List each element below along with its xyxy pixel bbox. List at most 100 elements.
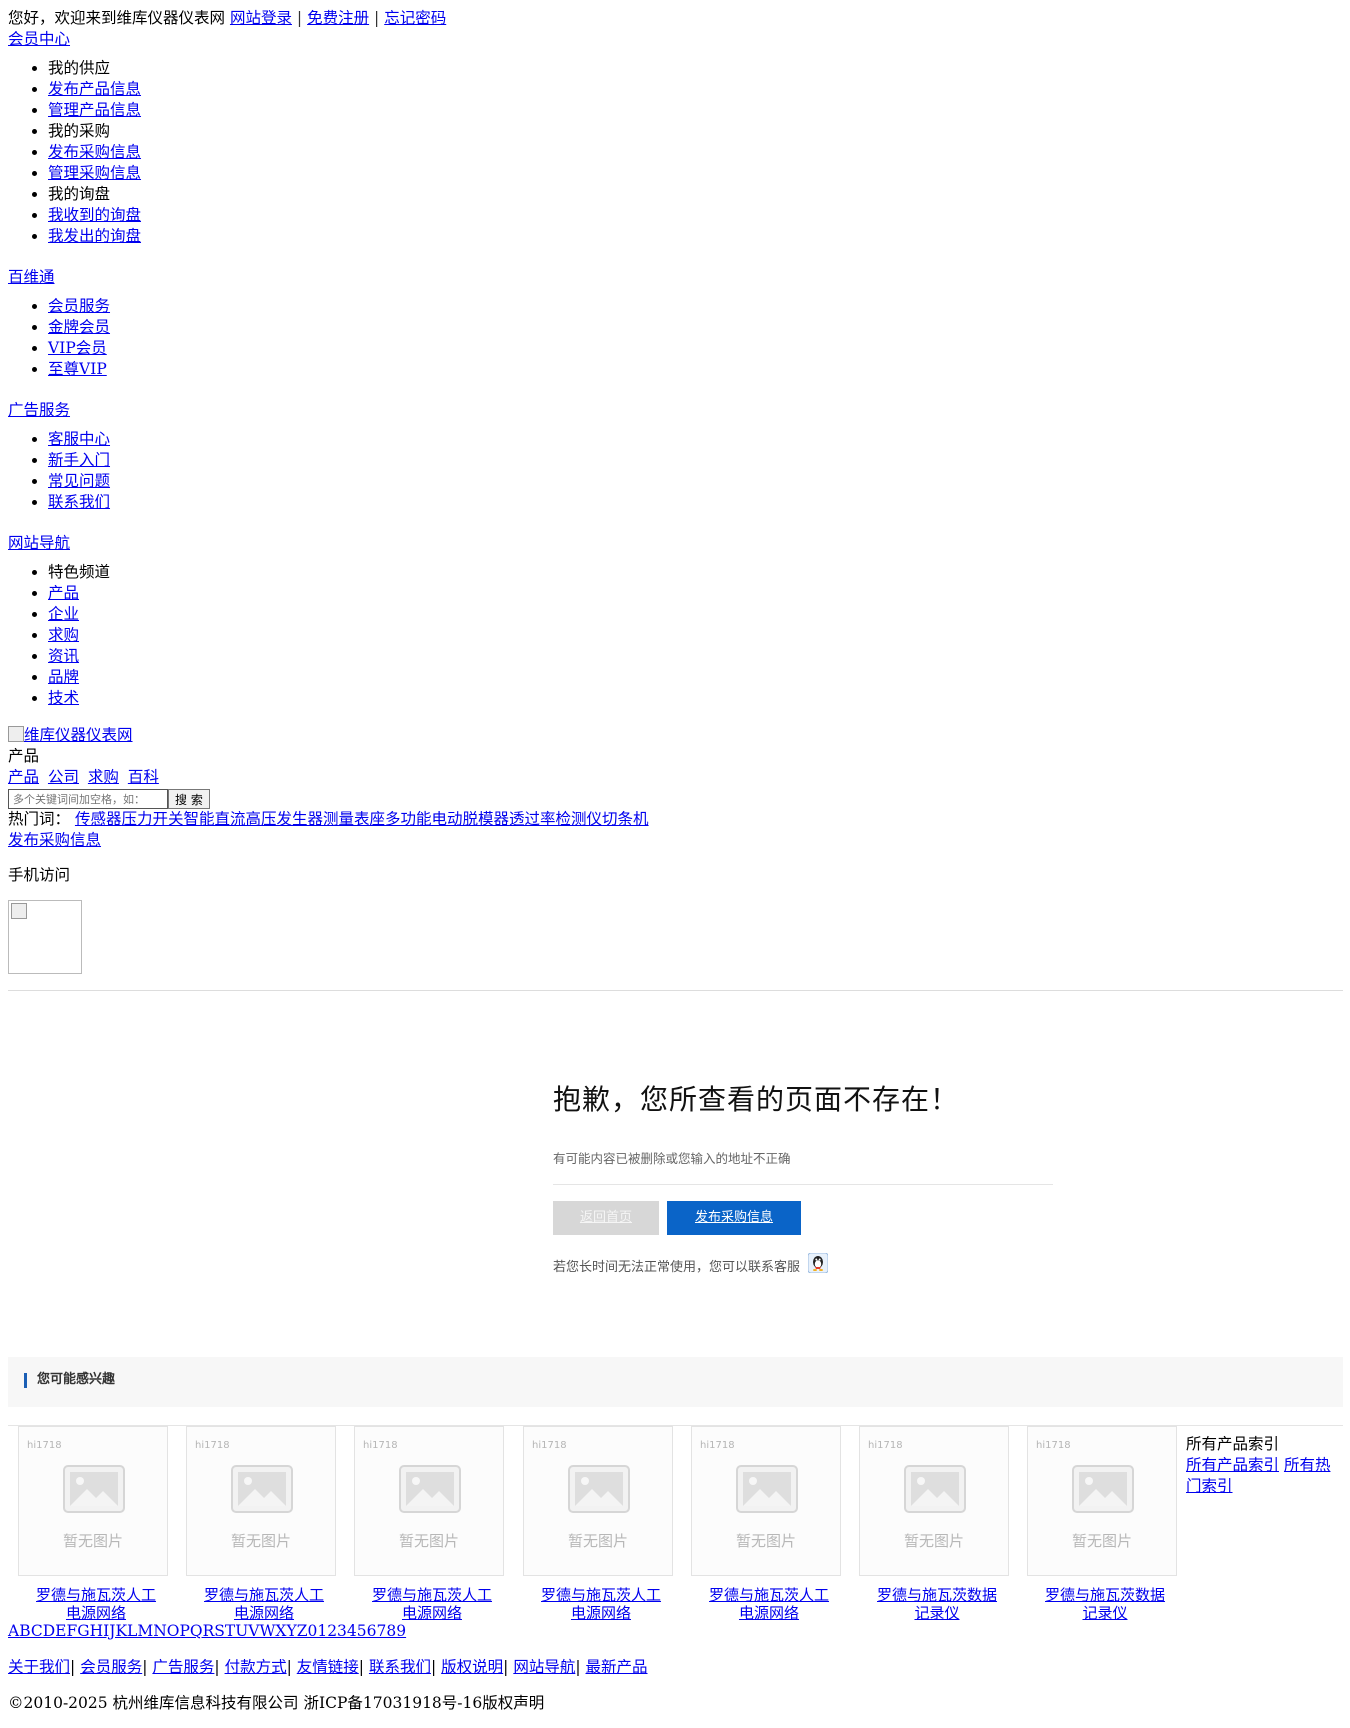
top-welcome-bar: 您好，欢迎来到维库仪器仪表网 网站登录 | 免费注册 | 忘记密码 <box>8 8 1342 29</box>
footer-contact-link[interactable]: 联系我们 <box>369 1658 431 1676</box>
watermark-logo: hi1718 <box>195 1440 230 1451</box>
product-card[interactable]: hi1718 暂无图片罗德与施瓦茨人工电源网络 <box>513 1426 673 1622</box>
product-title-link[interactable]: 罗德与施瓦茨人工电源网络 <box>204 1586 324 1622</box>
forgot-password-link[interactable]: 忘记密码 <box>384 9 446 27</box>
back-home-button[interactable]: 返回首页 <box>553 1201 659 1235</box>
publish-purchase-button[interactable]: 发布采购信息 <box>667 1201 801 1235</box>
watermark-logo: hi1718 <box>363 1440 398 1451</box>
qq-penguin-icon[interactable] <box>807 1252 829 1274</box>
image-placeholder-icon <box>1072 1465 1134 1513</box>
product-title-link[interactable]: 罗德与施瓦茨人工电源网络 <box>541 1586 661 1622</box>
product-card[interactable]: hi1718 暂无图片罗德与施瓦茨人工电源网络 <box>344 1426 504 1622</box>
footer-ad-service-link[interactable]: 广告服务 <box>152 1658 214 1676</box>
footer-member-service-link[interactable]: 会员服务 <box>80 1658 142 1676</box>
all-index-title: 所有产品索引 <box>1186 1435 1280 1453</box>
hot-word-link[interactable]: 压力开关 <box>121 810 183 828</box>
footer-payment-link[interactable]: 付款方式 <box>225 1658 287 1676</box>
manage-product-link[interactable]: 管理产品信息 <box>48 101 141 119</box>
all-product-index-link[interactable]: 所有产品索引 <box>1186 1456 1279 1474</box>
search-tab-companies[interactable]: 公司 <box>48 768 79 786</box>
footer-friend-links-link[interactable]: 友情链接 <box>297 1658 359 1676</box>
no-image-text: 暂无图片 <box>398 1532 459 1550</box>
separator: | <box>503 1658 509 1676</box>
product-title-link[interactable]: 罗德与施瓦茨数据记录仪 <box>1045 1586 1165 1622</box>
separator: | <box>374 9 380 27</box>
hot-word-link[interactable]: 测量表座 <box>323 810 385 828</box>
separator: | <box>296 9 303 27</box>
site-nav-link[interactable]: 网站导航 <box>8 534 70 552</box>
hot-word-link[interactable]: 传感器 <box>75 810 122 828</box>
beginner-guide-link[interactable]: 新手入门 <box>48 451 110 469</box>
hot-word-link[interactable]: 透过率检测仪 <box>509 810 602 828</box>
product-title-link[interactable]: 罗德与施瓦茨人工电源网络 <box>372 1586 492 1622</box>
no-image-text: 暂无图片 <box>567 1532 628 1550</box>
search-tab-products[interactable]: 产品 <box>8 768 39 786</box>
footer-about-link[interactable]: 关于我们 <box>8 1658 70 1676</box>
received-inquiry-link[interactable]: 我收到的询盘 <box>48 206 141 224</box>
section-accent-bar <box>24 1373 27 1388</box>
nav-products-link[interactable]: 产品 <box>48 584 79 602</box>
member-service-link[interactable]: 会员服务 <box>48 297 110 315</box>
product-title-link[interactable]: 罗德与施瓦茨人工电源网络 <box>709 1586 829 1622</box>
hot-word-link[interactable]: 切条机 <box>602 810 649 828</box>
footer-new-products-link[interactable]: 最新产品 <box>586 1658 648 1676</box>
no-image-text: 暂无图片 <box>903 1532 964 1550</box>
vip-member-link[interactable]: VIP会员 <box>48 339 107 357</box>
register-link[interactable]: 免费注册 <box>307 9 369 27</box>
nav-brands-link[interactable]: 品牌 <box>48 668 79 686</box>
search-button[interactable]: 搜 索 <box>168 789 210 809</box>
publish-product-link[interactable]: 发布产品信息 <box>48 80 141 98</box>
all-index-box: 所有产品索引 所有产品索引 所有热门索引 <box>1186 1434 1341 1497</box>
gold-member-link[interactable]: 金牌会员 <box>48 318 110 336</box>
letter-index-link[interactable]: ABCDEFGHIJKLMNOPQRSTUVWXYZ0123456789 <box>8 1622 406 1640</box>
separator: | <box>575 1658 581 1676</box>
copyright-text: ©2010-2025 杭州维库信息科技有限公司 浙ICP备17031918号-1… <box>8 1694 545 1712</box>
manage-purchase-link[interactable]: 管理采购信息 <box>48 164 141 182</box>
product-thumbnail[interactable]: hi1718 暂无图片 <box>1027 1426 1177 1576</box>
login-link[interactable]: 网站登录 <box>230 9 292 27</box>
search-tab-encyclopedia[interactable]: 百科 <box>128 768 159 786</box>
publish-purchase-link[interactable]: 发布采购信息 <box>48 143 141 161</box>
footer-site-nav-link[interactable]: 网站导航 <box>513 1658 575 1676</box>
hot-word-link[interactable]: 多功能电动脱模器 <box>385 810 509 828</box>
member-center-link[interactable]: 会员中心 <box>8 30 70 48</box>
product-card[interactable]: hi1718 暂无图片罗德与施瓦茨人工电源网络 <box>176 1426 336 1622</box>
search-tab-purchase[interactable]: 求购 <box>88 768 119 786</box>
faq-link[interactable]: 常见问题 <box>48 472 110 490</box>
footer-copyright-link[interactable]: 版权说明 <box>441 1658 503 1676</box>
product-card[interactable]: hi1718 暂无图片罗德与施瓦茨人工电源网络 <box>8 1426 168 1622</box>
product-thumbnail[interactable]: hi1718 暂无图片 <box>523 1426 673 1576</box>
search-input[interactable] <box>8 789 168 809</box>
customer-center-link[interactable]: 客服中心 <box>48 430 110 448</box>
contact-us-link[interactable]: 联系我们 <box>48 493 110 511</box>
publish-purchase-top-link[interactable]: 发布采购信息 <box>8 831 101 849</box>
header-divider <box>8 990 1343 991</box>
nav-tech-link[interactable]: 技术 <box>48 689 79 707</box>
product-thumbnail[interactable]: hi1718 暂无图片 <box>859 1426 1009 1576</box>
no-image-text: 暂无图片 <box>1071 1532 1132 1550</box>
product-title-link[interactable]: 罗德与施瓦茨数据记录仪 <box>877 1586 997 1622</box>
product-thumbnail[interactable]: hi1718 暂无图片 <box>354 1426 504 1576</box>
product-thumbnail[interactable]: hi1718 暂无图片 <box>18 1426 168 1576</box>
baiweitong-menu: 会员服务 金牌会员 VIP会员 至尊VIP <box>8 296 1342 380</box>
product-card[interactable]: hi1718 暂无图片罗德与施瓦茨人工电源网络 <box>681 1426 841 1622</box>
nav-purchase-link[interactable]: 求购 <box>48 626 79 644</box>
product-card[interactable]: hi1718 暂无图片罗德与施瓦茨数据记录仪 <box>1017 1426 1177 1622</box>
nav-news-link[interactable]: 资讯 <box>48 647 79 665</box>
product-card[interactable]: hi1718 暂无图片罗德与施瓦茨数据记录仪 <box>849 1426 1009 1622</box>
ad-service-link[interactable]: 广告服务 <box>8 401 70 419</box>
mobile-access-label: 手机访问 <box>8 866 71 884</box>
product-thumbnail[interactable]: hi1718 暂无图片 <box>691 1426 841 1576</box>
hot-word-link[interactable]: 智能直流高压发生器 <box>183 810 323 828</box>
baiweitong-link[interactable]: 百维通 <box>8 268 55 286</box>
site-logo-link[interactable]: 维库仪器仪表网 <box>8 725 133 746</box>
sent-inquiry-link[interactable]: 我发出的询盘 <box>48 227 141 245</box>
nav-companies-link[interactable]: 企业 <box>48 605 79 623</box>
ad-service-menu: 客服中心 新手入门 常见问题 联系我们 <box>8 429 1342 513</box>
menu-heading-channels: 特色频道 <box>48 562 1342 583</box>
separator: | <box>70 1658 76 1676</box>
supreme-vip-link[interactable]: 至尊VIP <box>48 360 107 378</box>
image-placeholder-icon <box>736 1465 798 1513</box>
product-thumbnail[interactable]: hi1718 暂无图片 <box>186 1426 336 1576</box>
product-title-link[interactable]: 罗德与施瓦茨人工电源网络 <box>36 1586 156 1622</box>
